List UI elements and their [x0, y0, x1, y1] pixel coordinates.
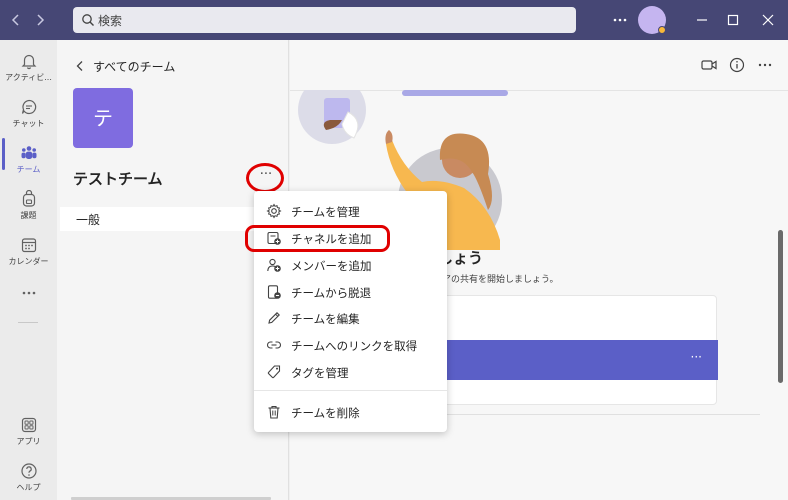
- rail-divider: [18, 322, 38, 323]
- chevron-left-icon: [76, 61, 83, 71]
- bell-icon: [21, 54, 37, 70]
- more-icon: [22, 291, 36, 295]
- rail-item-assignments[interactable]: 課題: [0, 184, 57, 230]
- rail-item-teams[interactable]: チーム: [0, 138, 57, 184]
- card-more-options[interactable]: ···: [691, 350, 702, 364]
- add-member-icon: [267, 258, 281, 272]
- trash-icon: [268, 405, 280, 419]
- main-scrollbar[interactable]: [778, 230, 783, 383]
- menu-item-label: チームを削除: [291, 406, 360, 420]
- content-divider: [420, 414, 760, 415]
- menu-item-label: チームへのリンクを取得: [291, 339, 418, 353]
- menu-item-add-member[interactable]: メンバーを追加: [254, 252, 447, 278]
- back-label: すべてのチーム: [93, 60, 176, 74]
- help-icon: [21, 463, 37, 479]
- maximize-icon[interactable]: [723, 10, 743, 30]
- forward-nav-icon[interactable]: [30, 10, 50, 30]
- link-icon: [267, 341, 281, 349]
- welcome-subtitle: アの共有を開始しましょう。: [442, 275, 559, 285]
- rail-label: アプリ: [16, 437, 41, 446]
- highlight-circle-annotation: [246, 163, 284, 193]
- rail-label: チーム: [16, 165, 41, 174]
- tag-icon: [267, 365, 281, 379]
- rail-item-calendar[interactable]: カレンダー: [0, 230, 57, 276]
- highlight-rect-annotation: [245, 225, 390, 252]
- team-avatar: テ: [73, 88, 133, 148]
- search-placeholder: 検索: [98, 14, 123, 28]
- close-icon[interactable]: [758, 10, 778, 30]
- welcome-card: ···: [420, 295, 718, 405]
- menu-item-label: チームから脱退: [291, 286, 372, 300]
- menu-item-get-link[interactable]: チームへのリンクを取得: [254, 332, 447, 358]
- menu-item-label: チームを編集: [291, 312, 360, 326]
- chat-icon: [21, 99, 37, 115]
- menu-item-edit-team[interactable]: チームを編集: [254, 305, 447, 331]
- video-icon[interactable]: [700, 56, 718, 74]
- menu-item-delete-team[interactable]: チームを削除: [254, 399, 447, 425]
- info-icon[interactable]: [728, 56, 746, 74]
- menu-item-manage-tags[interactable]: タグを管理: [254, 359, 447, 385]
- menu-item-leave-team[interactable]: チームから脱退: [254, 279, 447, 305]
- channel-label: 一般: [76, 213, 101, 227]
- back-nav-icon[interactable]: [6, 10, 26, 30]
- rail-label: 課題: [20, 211, 37, 220]
- team-name: テストチーム: [73, 170, 163, 188]
- rail-item-more[interactable]: [0, 278, 57, 308]
- leave-icon: [267, 285, 281, 299]
- backpack-icon: [22, 190, 36, 207]
- menu-item-label: タグを管理: [291, 366, 349, 380]
- pencil-icon: [268, 312, 280, 324]
- teams-icon: [21, 146, 37, 159]
- rail-item-apps[interactable]: アプリ: [0, 410, 57, 456]
- apps-icon: [21, 417, 37, 433]
- rail-item-help[interactable]: ヘルプ: [0, 456, 57, 500]
- calendar-icon: [21, 238, 37, 253]
- more-options-icon[interactable]: [756, 56, 774, 74]
- minimize-icon[interactable]: [692, 10, 712, 30]
- menu-item-label: チームを管理: [291, 205, 360, 219]
- menu-divider: [254, 390, 447, 391]
- menu-item-manage-team[interactable]: チームを管理: [254, 198, 447, 224]
- search-icon: [82, 14, 94, 26]
- settings-more-icon[interactable]: [610, 10, 630, 30]
- rail-label: カレンダー: [8, 257, 49, 266]
- card-highlight-row[interactable]: ···: [421, 340, 718, 380]
- rail-item-activity[interactable]: アクティビ...: [0, 46, 57, 92]
- presence-badge: [658, 26, 666, 34]
- rail-label: ヘルプ: [16, 483, 41, 492]
- rail-label: アクティビ...: [5, 73, 52, 82]
- search-input[interactable]: 検索: [73, 7, 576, 33]
- menu-item-label: メンバーを追加: [291, 259, 372, 273]
- rail-item-chat[interactable]: チャット: [0, 92, 57, 138]
- rail-label: チャット: [12, 119, 45, 128]
- app-rail: アクティビ... チャット チーム 課題 カレンダー アプリ ヘルプ: [0, 40, 57, 500]
- gear-icon: [266, 203, 282, 219]
- title-bar: 検索: [0, 0, 788, 40]
